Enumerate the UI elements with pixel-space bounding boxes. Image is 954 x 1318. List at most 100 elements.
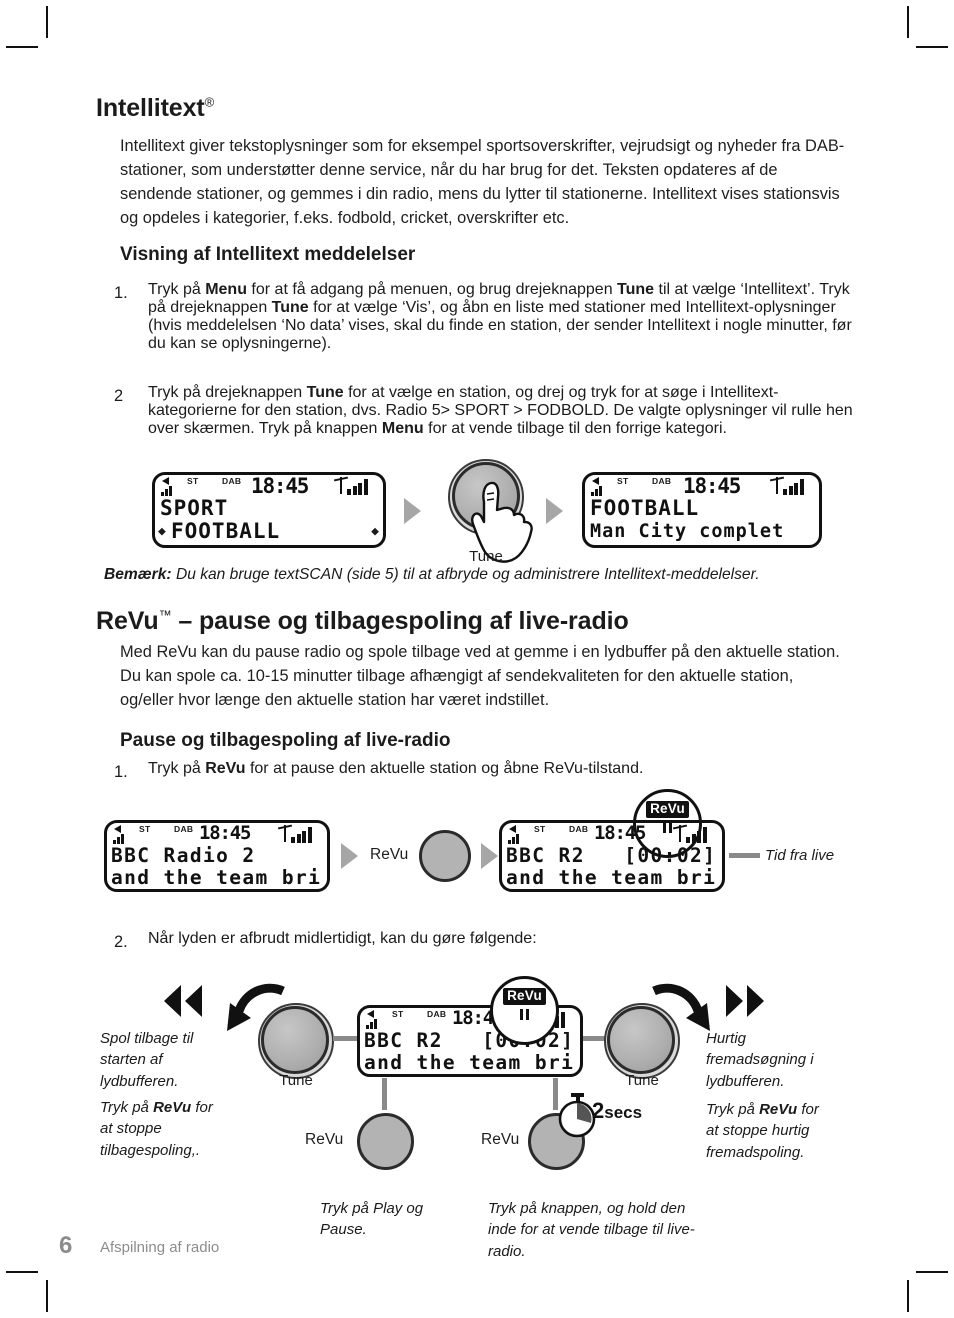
lcd-clock: 18:45 [683, 474, 741, 498]
revu-play-pause-button[interactable] [357, 1113, 414, 1170]
run-text: for at få adgang på menuen, og brug drej… [246, 281, 618, 298]
connector-line [382, 1078, 387, 1110]
stereo-indicator: ST [392, 1009, 404, 1019]
list-number: 1. [114, 763, 128, 781]
fast-forward-icon [722, 983, 768, 1019]
subtitle-visning-intellitext: Visning af Intellitext meddelelser [120, 244, 416, 265]
caption-stop-tilbagespoling: Tryk på ReVu for at stoppe tilbagespolin… [100, 1097, 215, 1161]
manual-page: Intellitext® Intellitext giver tekstoply… [0, 0, 954, 1318]
page-title-intellitext: Intellitext® [96, 94, 696, 123]
footer-section-label: Afspilning af radio [100, 1239, 220, 1256]
tune-knob-left[interactable] [261, 1006, 329, 1074]
run-text: for at vende tilbage til den forrige kat… [423, 420, 727, 437]
crop-mark-top-left-v [46, 6, 48, 38]
lcd-display-bbc-radio2: ST DAB 18:45 BBC Radio 2 and the team br… [104, 820, 330, 892]
intellitext-intro: Intellitext giver tekstoplysninger som f… [120, 137, 845, 228]
lcd-text-line-2: Man City complet [590, 521, 785, 542]
connector-line [333, 1036, 360, 1041]
crop-mark-top-right-h [916, 46, 948, 48]
list-text: Tryk på Menu for at få adgang på menuen,… [148, 281, 854, 353]
lcd-status-bar: ST DAB 18:45 [585, 474, 819, 498]
crop-mark-bottom-right-v [907, 1280, 909, 1312]
caption-play-pause: Tryk på Play og Pause. [320, 1200, 424, 1239]
lcd-status-bar: ST DAB 18:45 [502, 823, 722, 845]
revu-button[interactable] [419, 830, 471, 882]
caption-stop-fremadspoling: Tryk på ReVu for at stoppe hurtig fremad… [706, 1099, 831, 1163]
run-text: Tryk på [100, 1099, 154, 1116]
lcd-text-line-1: BBC R2 [00:02] [506, 844, 717, 867]
caption-spol-tilbage: Spol tilbage til starten af lydbufferen. [100, 1030, 194, 1090]
lcd-status-bar: ST DAB 18:45 [155, 474, 383, 498]
list-text: Når lyden er afbrudt midlertidigt, kan d… [148, 930, 537, 947]
dab-indicator: DAB [569, 824, 589, 834]
flow-arrow-icon [341, 843, 358, 869]
subtitle-pause-tilbagespoling: Pause og tilbagespoling af live-radio [120, 730, 451, 751]
caption-hold-to-live: Tryk på knappen, og hold den inde for at… [488, 1200, 695, 1260]
lcd-display-sport-football: ST DAB 18:45 SPORT ◆ FOOTBALL ◆ [152, 472, 386, 548]
volume-bars-icon [591, 485, 602, 496]
lcd-text-line-2: and the team bri [364, 1051, 575, 1074]
list-item: 1. Tryk på Menu for at få adgang på menu… [114, 281, 854, 353]
stereo-indicator: ST [534, 824, 546, 834]
run-text: Tryk på [706, 1101, 760, 1118]
antenna-signal-icon [769, 476, 812, 495]
lcd-clock: 18:45 [251, 474, 309, 498]
crop-mark-bottom-left-v [46, 1280, 48, 1312]
note-label: Bemærk: [104, 566, 172, 583]
list-item: 2. Når lyden er afbrudt midlertidigt, ka… [114, 930, 854, 954]
caption-hurtig-fremadsogning: Hurtig fremadsøgning i lydbufferen. [706, 1030, 814, 1090]
tune-knob-left-label: Tune [279, 1072, 313, 1089]
intellitext-note: Bemærk: Du kan bruge textSCAN (side 5) t… [104, 564, 864, 586]
volume-bars-icon [508, 833, 519, 844]
revu-play-pause-label: ReVu [305, 1131, 344, 1148]
lcd-text-line-1: BBC Radio 2 [111, 844, 256, 867]
volume-bars-icon [366, 1018, 377, 1029]
callout-tid-fra-live: Tid fra live [765, 847, 835, 864]
emphasis-text: Tune [271, 299, 309, 316]
rewind-icon [160, 983, 206, 1019]
crop-mark-bottom-right-h [916, 1271, 948, 1273]
lcd-status-bar: ST DAB 18:45 [107, 823, 327, 845]
scroll-right-icon: ◆ [371, 524, 379, 539]
emphasis-text: Tune [617, 281, 655, 298]
trademark-icon: ™ [158, 607, 172, 623]
lcd-text-line-2: and the team bri [111, 866, 322, 889]
crop-mark-top-right-v [907, 6, 909, 38]
speaker-icon [509, 825, 516, 833]
crop-mark-bottom-left-h [6, 1271, 38, 1273]
list-number: 2 [114, 387, 124, 405]
revu-badge-label: ReVu [503, 988, 546, 1005]
flow-arrow-icon [546, 498, 563, 524]
emphasis-text: ReVu [759, 1101, 798, 1118]
antenna-signal-icon [333, 476, 376, 495]
crop-mark-top-left-h [6, 46, 38, 48]
stereo-indicator: ST [139, 824, 151, 834]
list-item: 1. Tryk på ReVu for at pause den aktuell… [114, 760, 854, 784]
list-text: Tryk på ReVu for at pause den aktuelle s… [148, 760, 854, 784]
list-number: 2. [114, 933, 128, 951]
speaker-icon [367, 1010, 374, 1018]
dab-indicator: DAB [222, 476, 242, 486]
lcd-text-line-1: FOOTBALL [590, 496, 700, 520]
lcd-text-line-2: and the team bri [506, 866, 717, 889]
revu-title-rest: – pause og tilbagespoling af live-radio [171, 607, 629, 635]
volume-bars-icon [161, 485, 172, 496]
speaker-icon [162, 477, 169, 485]
lcd-display-bbc-r2-revu: ST DAB 18:45 BBC R2 [00:02] and the team… [499, 820, 725, 892]
callout-line [729, 853, 760, 858]
revu-hold-label: ReVu [481, 1131, 520, 1148]
page-title-text: Intellitext [96, 94, 205, 122]
lcd-display-football-mancity: ST DAB 18:45 FOOTBALL Man City complet [582, 472, 822, 548]
tune-knob-label: Tune [469, 548, 503, 565]
tune-knob-right-label: Tune [625, 1072, 659, 1089]
speaker-icon [592, 477, 599, 485]
dab-indicator: DAB [174, 824, 194, 834]
stereo-indicator: ST [187, 476, 199, 486]
run-text: Tryk på drejeknappen [148, 384, 307, 401]
lcd-clock: 18:45 [594, 822, 646, 844]
antenna-signal-icon [277, 824, 320, 843]
emphasis-text: Menu [205, 281, 247, 298]
lcd-clock: 18:45 [199, 822, 251, 844]
emphasis-text: Tune [306, 384, 344, 401]
stopwatch-duration: 2secs [592, 1098, 642, 1124]
